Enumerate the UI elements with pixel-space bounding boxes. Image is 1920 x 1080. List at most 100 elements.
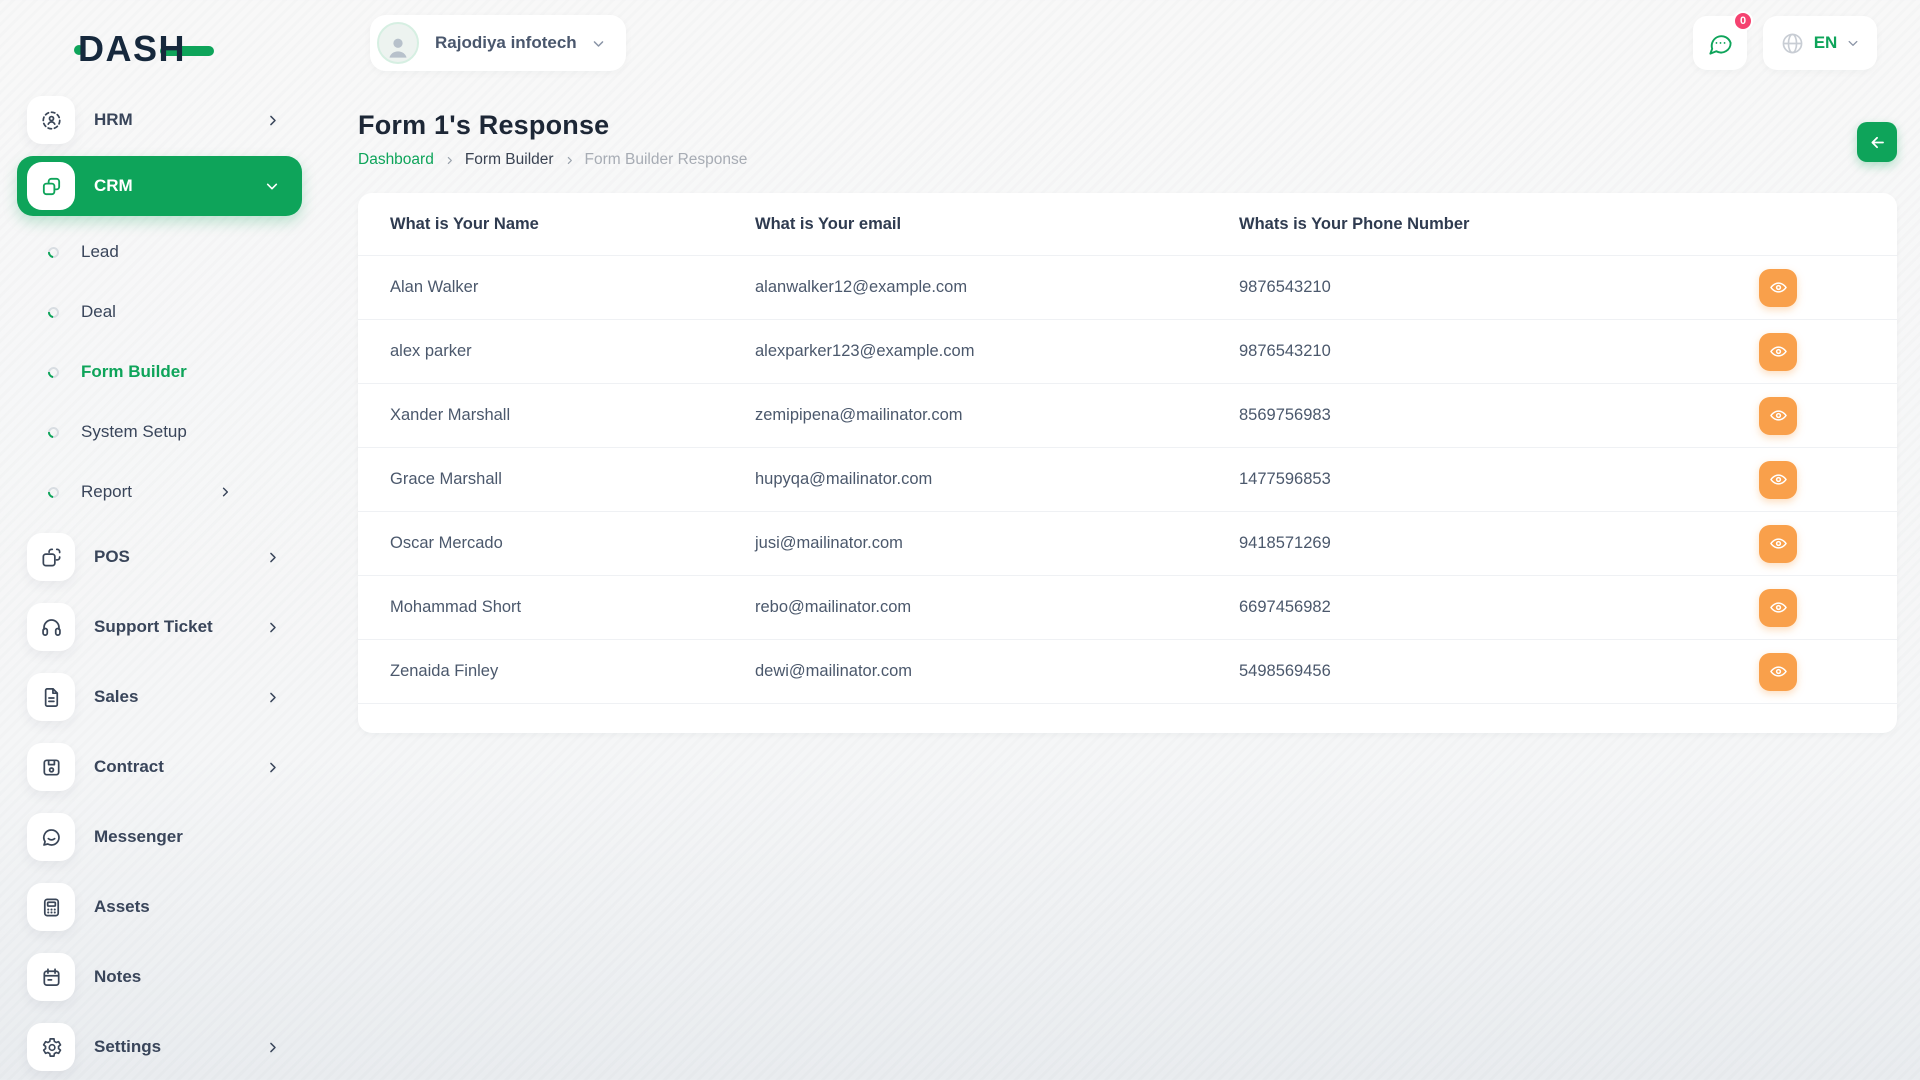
sidebar-subitem-lead[interactable]: Lead <box>0 222 310 282</box>
sidebar: DASH HRM CRM <box>0 0 310 1080</box>
chevron-down-icon <box>591 36 606 51</box>
view-response-button[interactable] <box>1759 589 1797 627</box>
sidebar-item-pos[interactable]: POS <box>0 522 310 592</box>
bullet-icon <box>46 484 61 499</box>
view-response-button[interactable] <box>1759 269 1797 307</box>
breadcrumb-link-dashboard[interactable]: Dashboard <box>358 151 434 169</box>
sidebar-item-label: Contract <box>94 757 164 777</box>
cell-phone: 6697456982 <box>1239 598 1759 617</box>
back-button[interactable] <box>1857 122 1897 162</box>
content: Form 1's Response Dashboard Form Builder… <box>358 86 1897 733</box>
cell-phone: 8569756983 <box>1239 406 1759 425</box>
calendar-icon <box>27 953 75 1001</box>
sidebar-item-label: Assets <box>94 897 150 917</box>
chevron-right-icon <box>265 690 280 705</box>
chevron-right-icon <box>444 155 455 166</box>
sidebar-item-contract[interactable]: Contract <box>0 732 310 802</box>
view-response-button[interactable] <box>1759 653 1797 691</box>
view-response-button[interactable] <box>1759 525 1797 563</box>
main-area: Rajodiya infotech 0 EN <box>310 0 1920 1080</box>
sidebar-subitem-label: Deal <box>81 302 116 322</box>
sidebar-item-settings[interactable]: Settings <box>0 1012 310 1080</box>
table-row: Oscar Mercado jusi@mailinator.com 941857… <box>358 511 1897 575</box>
view-response-button[interactable] <box>1759 397 1797 435</box>
breadcrumb-link-form-builder[interactable]: Form Builder <box>465 151 554 169</box>
sidebar-item-label: Sales <box>94 687 138 707</box>
cell-name: Alan Walker <box>390 278 755 297</box>
page-title: Form 1's Response <box>358 110 747 141</box>
topbar: Rajodiya infotech 0 EN <box>358 0 1897 86</box>
chat-bubble-icon <box>27 813 75 861</box>
eye-icon <box>1769 598 1788 617</box>
sidebar-subitem-label: Lead <box>81 242 119 262</box>
table-header-row: What is Your Name What is Your email Wha… <box>358 193 1897 255</box>
chevron-down-icon <box>1846 36 1860 50</box>
cell-name: Xander Marshall <box>390 406 755 425</box>
cell-email: jusi@mailinator.com <box>755 534 1239 553</box>
save-icon <box>27 743 75 791</box>
cell-phone: 1477596853 <box>1239 470 1759 489</box>
page-header-titles: Form 1's Response Dashboard Form Builder… <box>358 110 747 169</box>
language-label: EN <box>1814 33 1838 53</box>
sidebar-item-label: HRM <box>94 110 133 130</box>
arrow-left-icon <box>1868 133 1887 152</box>
cell-phone: 9418571269 <box>1239 534 1759 553</box>
eye-icon <box>1769 406 1788 425</box>
chevron-right-icon <box>265 1040 280 1055</box>
view-response-button[interactable] <box>1759 461 1797 499</box>
sidebar-subitem-label: Form Builder <box>81 362 187 382</box>
sidebar-subitem-label: System Setup <box>81 422 187 442</box>
sidebar-item-hrm[interactable]: HRM <box>0 88 310 152</box>
table-row: Xander Marshall zemipipena@mailinator.co… <box>358 383 1897 447</box>
cell-phone: 9876543210 <box>1239 342 1759 361</box>
app-root: DASH HRM CRM <box>0 0 1920 1080</box>
pos-icon <box>27 533 75 581</box>
breadcrumb-current: Form Builder Response <box>585 151 748 169</box>
sidebar-subitem-deal[interactable]: Deal <box>0 282 310 342</box>
chevron-right-icon <box>265 550 280 565</box>
sidebar-item-sales[interactable]: Sales <box>0 662 310 732</box>
view-response-button[interactable] <box>1759 333 1797 371</box>
company-name: Rajodiya infotech <box>435 33 577 53</box>
sidebar-item-assets[interactable]: Assets <box>0 872 310 942</box>
sidebar-item-crm[interactable]: CRM <box>17 156 302 216</box>
table-footer-spacer <box>358 703 1897 733</box>
bullet-icon <box>46 424 61 439</box>
column-header-name: What is Your Name <box>390 215 755 234</box>
table-row: Grace Marshall hupyqa@mailinator.com 147… <box>358 447 1897 511</box>
hrm-icon <box>27 96 75 144</box>
brand-logo[interactable]: DASH <box>78 26 248 72</box>
cell-name: Zenaida Finley <box>390 662 755 681</box>
page-header: Form 1's Response Dashboard Form Builder… <box>358 110 1897 169</box>
messages-button[interactable]: 0 <box>1693 16 1747 70</box>
table-row: alex parker alexparker123@example.com 98… <box>358 319 1897 383</box>
column-header-email: What is Your email <box>755 215 1239 234</box>
cell-email: alanwalker12@example.com <box>755 278 1239 297</box>
sidebar-item-support-ticket[interactable]: Support Ticket <box>0 592 310 662</box>
company-selector[interactable]: Rajodiya infotech <box>370 15 626 71</box>
cell-name: Mohammad Short <box>390 598 755 617</box>
sidebar-subitem-form-builder[interactable]: Form Builder <box>0 342 310 402</box>
sidebar-item-notes[interactable]: Notes <box>0 942 310 1012</box>
sidebar-subitem-report[interactable]: Report <box>0 462 310 522</box>
eye-icon <box>1769 662 1788 681</box>
table-row: Zenaida Finley dewi@mailinator.com 54985… <box>358 639 1897 703</box>
sidebar-subitem-system-setup[interactable]: System Setup <box>0 402 310 462</box>
column-header-phone: Whats is Your Phone Number <box>1239 215 1759 234</box>
cell-email: rebo@mailinator.com <box>755 598 1239 617</box>
gear-icon <box>27 1023 75 1071</box>
bullet-icon <box>46 244 61 259</box>
cell-name: Grace Marshall <box>390 470 755 489</box>
chevron-right-icon <box>265 760 280 775</box>
sidebar-item-label: Messenger <box>94 827 183 847</box>
sidebar-item-messenger[interactable]: Messenger <box>0 802 310 872</box>
avatar <box>377 22 419 64</box>
topbar-right: 0 EN <box>1693 16 1897 70</box>
brand-logo-text: DASH <box>78 28 186 70</box>
bullet-icon <box>46 364 61 379</box>
cell-name: Oscar Mercado <box>390 534 755 553</box>
chevron-right-icon <box>218 485 232 499</box>
eye-icon <box>1769 534 1788 553</box>
language-selector[interactable]: EN <box>1763 16 1877 70</box>
table-row: Mohammad Short rebo@mailinator.com 66974… <box>358 575 1897 639</box>
